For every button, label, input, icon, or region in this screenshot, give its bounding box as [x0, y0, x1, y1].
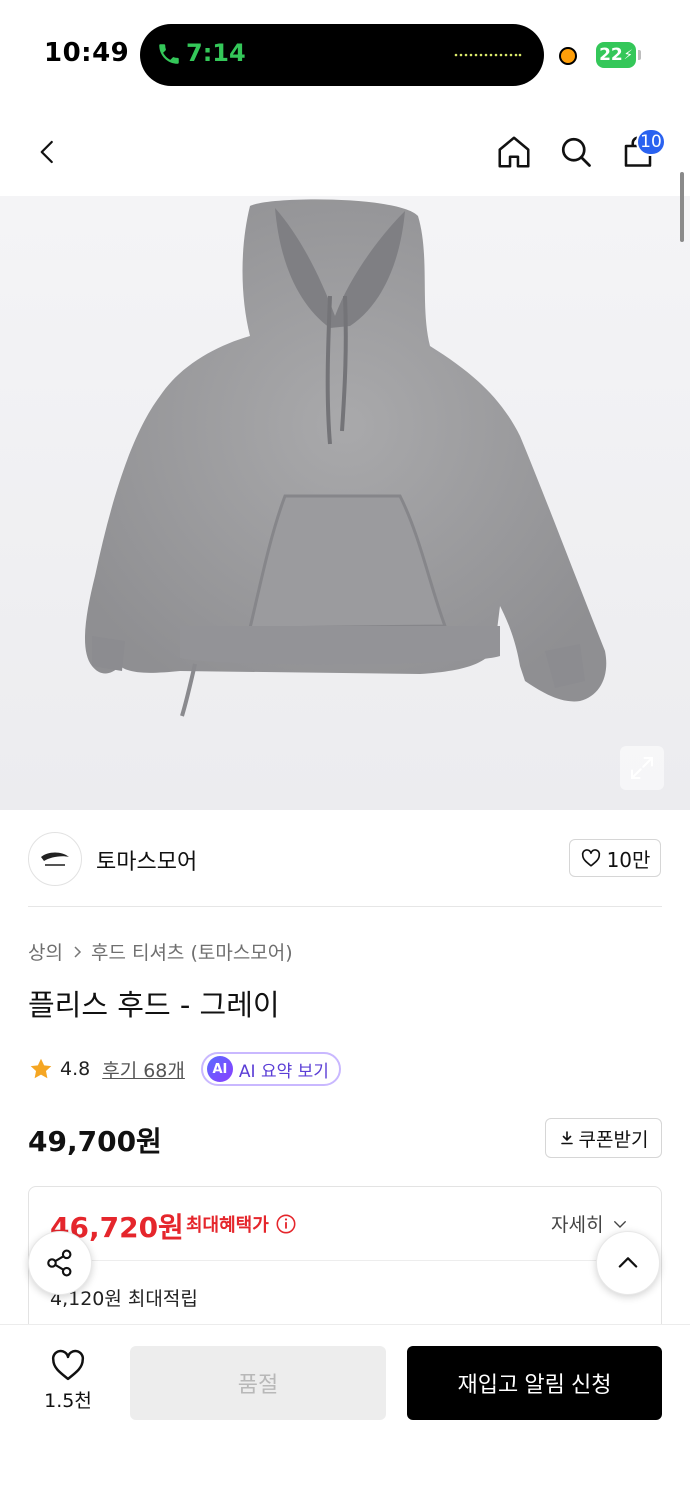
- breadcrumb-subcategory[interactable]: 후드 티셔츠 (토마스모어): [91, 938, 293, 965]
- share-button[interactable]: [28, 1231, 92, 1295]
- hoodie-image: [84, 199, 607, 717]
- detail-label: 자세히: [551, 1214, 604, 1236]
- coupon-button[interactable]: 쿠폰받기: [545, 1118, 662, 1158]
- recording-indicator: [559, 47, 577, 65]
- brand-name[interactable]: 토마스모어: [96, 844, 197, 876]
- review-link[interactable]: 후기 68개: [102, 1056, 185, 1083]
- status-time: 10:49: [44, 38, 130, 68]
- coupon-label: 쿠폰받기: [578, 1128, 649, 1151]
- brand-like-count: 10만: [606, 847, 651, 872]
- star-icon: [30, 1058, 52, 1079]
- rating-value: 4.8: [60, 1058, 91, 1080]
- chevron-right-icon: [74, 945, 82, 958]
- heart-icon: [581, 849, 600, 867]
- ai-summary-button[interactable]: AI AI 요약 보기: [200, 1052, 341, 1086]
- product-price: 49,700원: [28, 1125, 162, 1158]
- search-icon: [561, 137, 591, 167]
- soldout-button[interactable]: 품절: [130, 1346, 386, 1420]
- best-price-label-text: 최대혜택가: [186, 1215, 269, 1236]
- breadcrumb-category[interactable]: 상의: [28, 938, 63, 965]
- call-timer: 7:14: [186, 39, 246, 67]
- rating-row: 4.8 후기 68개 AI AI 요약 보기: [28, 1052, 341, 1086]
- search-button[interactable]: [552, 128, 600, 176]
- product-title: 플리스 후드 - 그레이: [28, 988, 280, 1022]
- heart-icon: [51, 1349, 85, 1381]
- divider: [28, 906, 662, 907]
- product-image[interactable]: [0, 196, 690, 810]
- home-icon: [498, 136, 530, 168]
- phone-icon: [159, 44, 179, 64]
- audio-waveform-icon: [454, 53, 522, 57]
- restock-alert-button[interactable]: 재입고 알림 신청: [407, 1346, 662, 1420]
- breadcrumb: 상의 후드 티셔츠 (토마스모어): [28, 938, 293, 965]
- cart-count-badge: 10: [636, 128, 666, 156]
- scroll-indicator[interactable]: [680, 172, 684, 242]
- battery-indicator: 22 ⚡: [596, 42, 636, 68]
- expand-image-button[interactable]: [620, 746, 664, 790]
- scroll-top-button[interactable]: [596, 1231, 660, 1295]
- share-icon: [47, 1249, 72, 1277]
- ai-summary-label: AI 요약 보기: [238, 1061, 329, 1082]
- best-price-label[interactable]: 최대혜택가: [186, 1211, 297, 1237]
- battery-level: 22: [599, 45, 623, 65]
- battery-tip: [638, 50, 641, 60]
- chevron-left-icon: [40, 140, 53, 164]
- info-icon: [276, 1214, 296, 1234]
- wish-button[interactable]: 1.5천: [38, 1348, 98, 1416]
- back-button[interactable]: [24, 128, 72, 176]
- brand-logo-mark: [41, 852, 69, 866]
- benefit-divider: [50, 1260, 640, 1261]
- expand-icon: [631, 757, 653, 779]
- brand-logo[interactable]: [28, 832, 82, 886]
- chevron-down-icon: [614, 1220, 627, 1228]
- download-icon: [560, 1131, 573, 1145]
- ai-badge: AI: [206, 1056, 233, 1082]
- home-button[interactable]: [490, 128, 538, 176]
- chevron-up-icon: [618, 1257, 638, 1268]
- wish-count: 1.5천: [44, 1390, 92, 1412]
- charging-bolt-icon: ⚡: [623, 47, 633, 63]
- like-brand-button[interactable]: 10만: [569, 839, 661, 877]
